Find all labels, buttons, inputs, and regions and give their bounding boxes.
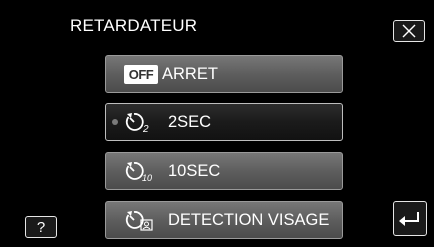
option-2sec-button[interactable]: 2 2SEC — [105, 103, 343, 141]
option-label: DETECTION VISAGE — [168, 210, 330, 229]
svg-text:2: 2 — [142, 124, 149, 134]
svg-text:10: 10 — [142, 173, 152, 183]
option-label: 2SEC — [168, 112, 212, 131]
self-timer-face-detection-icon — [124, 207, 164, 233]
option-face-detection-button[interactable]: DETECTION VISAGE — [105, 201, 343, 239]
selection-indicator — [112, 119, 118, 125]
option-10sec-button[interactable]: 10 10SEC — [105, 152, 343, 190]
close-icon — [402, 24, 416, 38]
back-button[interactable] — [393, 201, 427, 236]
off-icon: OFF — [124, 61, 164, 87]
option-label: 10SEC — [168, 161, 221, 180]
return-arrow-icon — [399, 211, 419, 226]
close-button[interactable] — [393, 20, 425, 42]
help-button[interactable]: ? — [25, 216, 57, 238]
self-timer-2s-icon: 2 — [124, 109, 164, 135]
help-icon: ? — [36, 218, 46, 236]
screen-title: RETARDATEUR — [70, 16, 198, 35]
option-label: ARRET — [162, 64, 218, 83]
self-timer-10s-icon: 10 — [124, 158, 164, 184]
option-off-button[interactable]: OFF ARRET — [105, 55, 343, 93]
